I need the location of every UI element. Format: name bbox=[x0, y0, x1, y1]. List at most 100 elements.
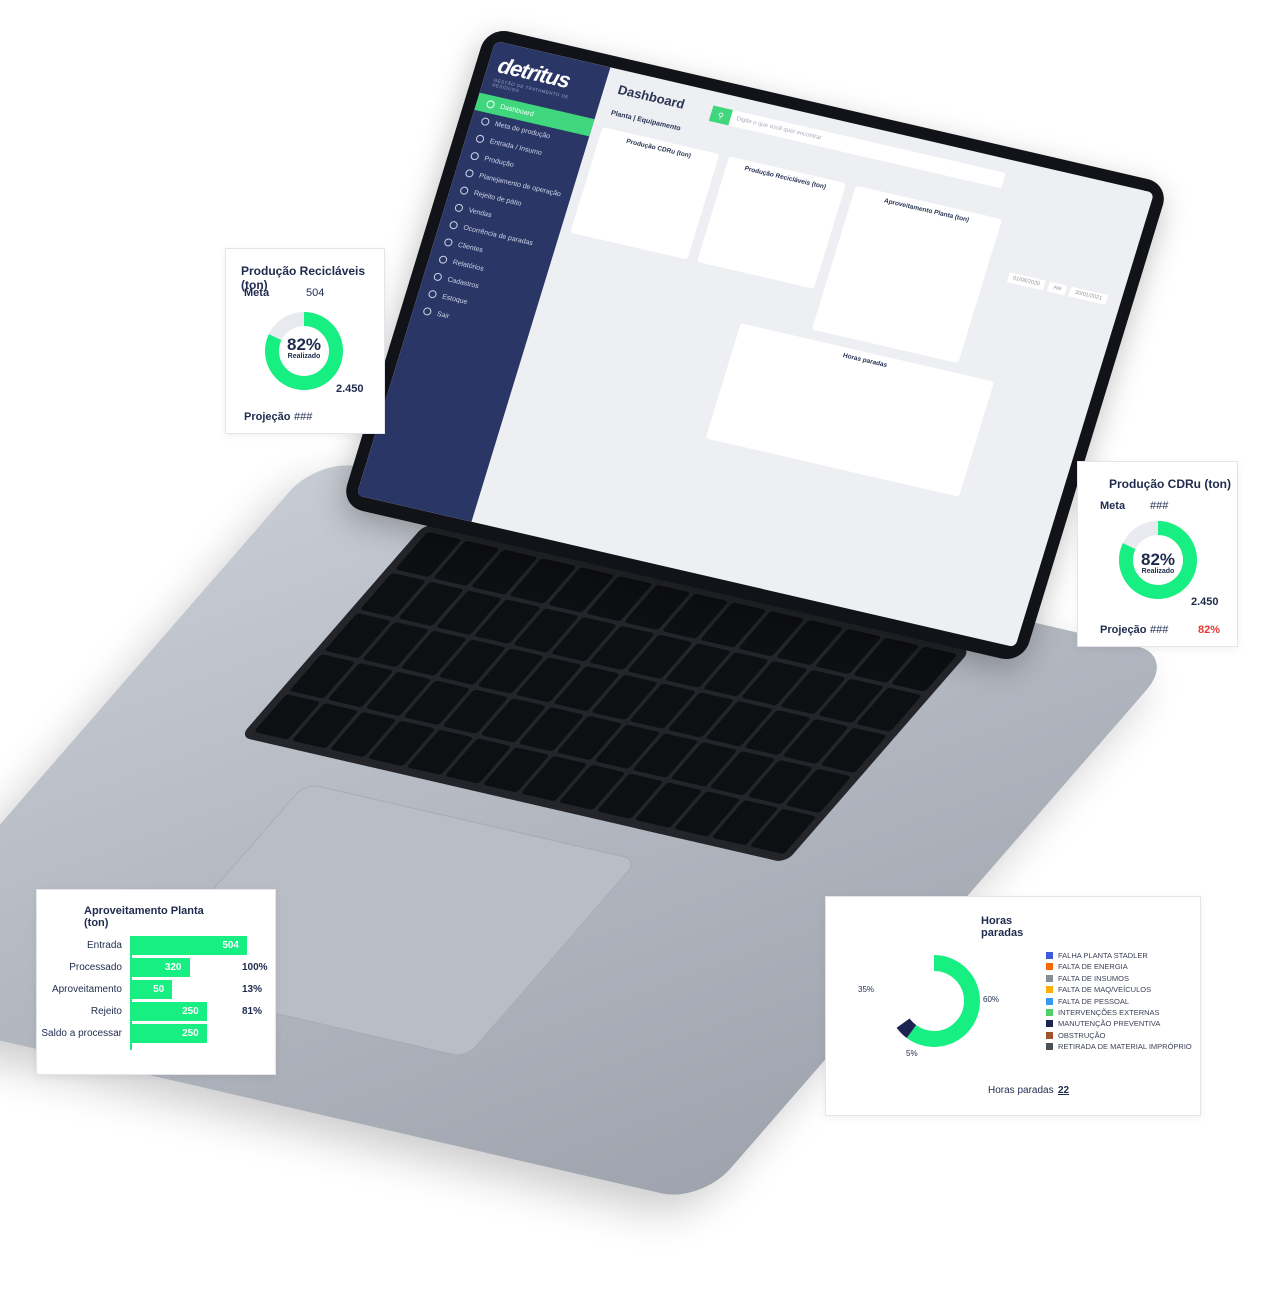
bar-label: Aproveitamento bbox=[51, 984, 122, 995]
mini-card-reciclaveis: Produção Recicláveis (ton) bbox=[696, 156, 847, 289]
bar-percent: 81% bbox=[242, 1006, 263, 1017]
legend-item: FALTA DE MAQ/VEÍCULOS bbox=[1046, 985, 1151, 994]
sidebar-item-label: Vendas bbox=[467, 206, 493, 219]
report-icon bbox=[438, 254, 449, 265]
bar: 250 bbox=[132, 1024, 207, 1043]
card-title: Horas paradas bbox=[981, 915, 1024, 939]
bar-label: Entrada bbox=[86, 940, 122, 951]
legend-swatch bbox=[1046, 1020, 1053, 1028]
mini-card-aproveitamento: Aproveitamento Planta (ton) bbox=[811, 185, 1003, 364]
bar: 320 bbox=[132, 958, 190, 977]
reject-icon bbox=[459, 185, 470, 196]
projecao-value: ### bbox=[294, 411, 313, 423]
percent-left: 35% bbox=[858, 985, 875, 994]
horas-paradas-label: Horas paradas bbox=[988, 1085, 1054, 1096]
sidebar-item-label: Produção bbox=[483, 155, 515, 169]
legend-swatch bbox=[1046, 974, 1053, 982]
card-producao-reciclaveis: Produção Recicláveis (ton) Meta 504 82% … bbox=[225, 248, 385, 434]
legend-item: FALTA DE ENERGIA bbox=[1046, 962, 1128, 971]
legend-label: FALTA DE INSUMOS bbox=[1058, 973, 1129, 983]
percent-value: 82% bbox=[286, 335, 322, 354]
legend-item: INTERVENÇÕES EXTERNAS bbox=[1046, 1008, 1160, 1017]
box-icon bbox=[427, 289, 438, 299]
legend-swatch bbox=[1046, 952, 1053, 959]
percent-caption: Realizado bbox=[287, 353, 321, 360]
folder-icon bbox=[432, 272, 443, 282]
legend-label: FALTA DE MAQ/VEÍCULOS bbox=[1058, 985, 1152, 995]
meta-label: Meta bbox=[1100, 500, 1126, 512]
date-filter[interactable]: 01/08/2020 Até 30/01/2021 bbox=[1006, 272, 1109, 305]
card-producao-cdru: Produção CDRu (ton) Meta ### 82% Realiza… bbox=[1077, 461, 1238, 647]
input-icon bbox=[474, 134, 486, 144]
legend-item: MANUTENÇÃO PREVENTIVA bbox=[1046, 1019, 1160, 1028]
legend-item: OBSTRUÇÃO bbox=[1046, 1031, 1106, 1040]
sidebar-item-label: Cadastros bbox=[446, 275, 480, 290]
card-horas-paradas: Horas paradas 35% 60% 5% FALHA PLANTA ST… bbox=[825, 896, 1201, 1116]
projecao-label: Projeção bbox=[1100, 624, 1147, 636]
projecao-percent: 82% bbox=[1198, 624, 1221, 636]
meta-label: Meta bbox=[244, 287, 270, 299]
users-icon bbox=[443, 237, 454, 248]
logout-icon bbox=[422, 306, 433, 317]
donut-center: 82% Realizado bbox=[272, 335, 336, 360]
sidebar-item-label: Estoque bbox=[441, 293, 469, 306]
projecao-label: Projeção bbox=[244, 411, 291, 423]
sidebar-item-label: Dashboard bbox=[499, 103, 535, 118]
cash-icon bbox=[453, 203, 465, 213]
meta-value: ### bbox=[1150, 500, 1169, 512]
card-aproveitamento-planta: Aproveitamento Planta (ton) Entrada 504 Pr… bbox=[36, 889, 276, 1075]
search-icon[interactable]: ⚲ bbox=[708, 105, 733, 126]
date-separator: Até bbox=[1047, 281, 1068, 296]
date-from[interactable]: 01/08/2020 bbox=[1006, 272, 1047, 291]
calendar-icon bbox=[464, 168, 475, 179]
bar-label: Processado bbox=[69, 962, 122, 973]
monitor-icon bbox=[485, 99, 496, 110]
legend-swatch bbox=[1046, 1043, 1053, 1051]
date-to[interactable]: 30/01/2021 bbox=[1068, 286, 1109, 305]
horas-paradas-value[interactable]: 22 bbox=[1058, 1085, 1069, 1096]
mini-card-title: Produção CDRu (ton) bbox=[625, 137, 692, 160]
percent-right: 60% bbox=[983, 995, 1000, 1004]
legend-swatch bbox=[1046, 1009, 1053, 1016]
legend-label: RETIRADA DE MATERIAL IMPRÓPRIO bbox=[1058, 1042, 1192, 1052]
mini-card-title: Produção Recicláveis (ton) bbox=[743, 165, 827, 191]
bar-label: Saldo a processar bbox=[41, 1028, 122, 1039]
sidebar-item-label: Clientes bbox=[457, 241, 484, 254]
legend-label: FALHA PLANTA STADLER bbox=[1058, 951, 1148, 960]
percent-value: 82% bbox=[1140, 550, 1176, 569]
gear-icon bbox=[469, 151, 480, 161]
legend-label: FALTA DE PESSOAL bbox=[1058, 996, 1130, 1006]
sidebar-item-label: Relatórios bbox=[451, 258, 485, 273]
legend-swatch bbox=[1046, 997, 1053, 1005]
realizado-value: 2.450 bbox=[1191, 596, 1219, 608]
percent-caption: Realizado bbox=[1141, 568, 1175, 575]
legend-label: OBSTRUÇÃO bbox=[1058, 1030, 1106, 1040]
bar-percent: 100% bbox=[242, 962, 268, 973]
percent-bottom: 5% bbox=[906, 1049, 918, 1058]
legend-swatch bbox=[1046, 1031, 1053, 1039]
bar-label: Rejeito bbox=[90, 1006, 122, 1017]
card-title: Aproveitamento Planta (ton) bbox=[84, 905, 204, 929]
donut-center: 82% Realizado bbox=[1126, 550, 1190, 575]
target-icon bbox=[480, 116, 491, 127]
bar: 250 bbox=[132, 1002, 207, 1021]
meta-value: 504 bbox=[306, 287, 325, 299]
bar: 504 bbox=[132, 936, 247, 955]
legend-label: MANUTENÇÃO PREVENTIVA bbox=[1058, 1019, 1161, 1029]
legend-item: FALHA PLANTA STADLER bbox=[1046, 951, 1148, 960]
legend-swatch bbox=[1046, 963, 1053, 971]
legend-item: FALTA DE PESSOAL bbox=[1046, 997, 1129, 1006]
sidebar-item-label: Sair bbox=[436, 310, 451, 320]
card-title: Produção CDRu (ton) bbox=[1109, 477, 1231, 491]
legend-swatch bbox=[1046, 986, 1053, 994]
legend-label: FALTA DE ENERGIA bbox=[1058, 962, 1128, 972]
alert-icon bbox=[448, 220, 459, 230]
projecao-value: ### bbox=[1150, 624, 1169, 636]
mini-card-cdru: Produção CDRu (ton) bbox=[570, 127, 720, 260]
legend-item: RETIRADA DE MATERIAL IMPRÓPRIO bbox=[1046, 1042, 1192, 1051]
donut-chart bbox=[888, 955, 980, 1047]
bar-percent: 13% bbox=[242, 984, 263, 995]
legend-item: FALTA DE INSUMOS bbox=[1046, 974, 1129, 983]
realizado-value: 2.450 bbox=[336, 383, 364, 395]
bar: 50 bbox=[132, 980, 173, 999]
